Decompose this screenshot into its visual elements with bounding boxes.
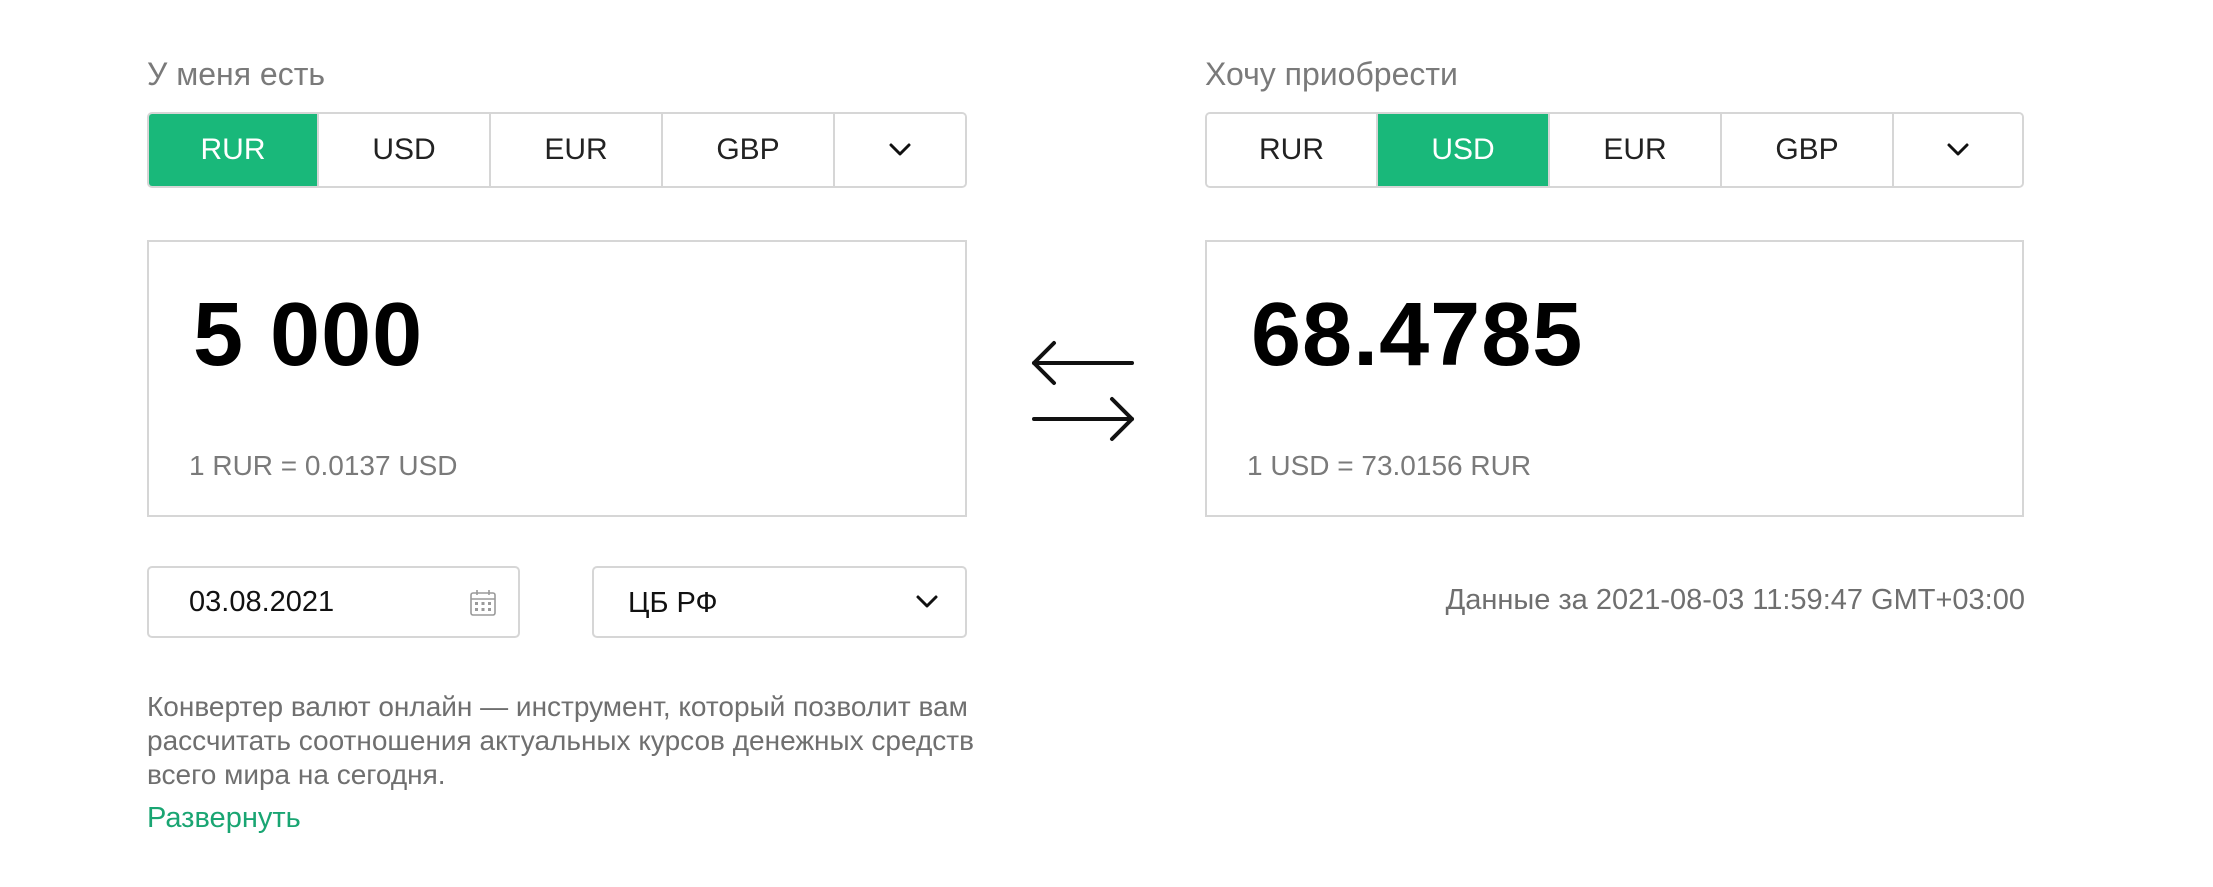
date-value[interactable]: 03.08.2021 [189, 588, 334, 617]
chevron-down-icon [916, 595, 938, 608]
want-currency-usd[interactable]: USD [1378, 114, 1550, 186]
want-amount-value[interactable]: 68.4785 [1251, 290, 1583, 380]
chevron-down-icon [1947, 143, 1969, 156]
want-currency-rur[interactable]: RUR [1207, 114, 1378, 186]
calendar-icon[interactable] [468, 588, 498, 618]
chevron-down-icon [889, 143, 911, 156]
have-currency-eur[interactable]: EUR [491, 114, 663, 186]
have-currency-gbp[interactable]: GBP [663, 114, 835, 186]
have-currency-usd[interactable]: USD [319, 114, 491, 186]
data-timestamp: Данные за 2021-08-03 11:59:47 GMT+03:00 [1445, 584, 2025, 616]
date-field[interactable]: 03.08.2021 [147, 566, 520, 638]
have-amount-box[interactable]: 5 000 1 RUR = 0.0137 USD [147, 240, 967, 517]
converter-description: Конвертер валют онлайн — инструмент, кот… [147, 691, 974, 790]
want-currency-gbp[interactable]: GBP [1722, 114, 1894, 186]
have-currency-more-button[interactable] [835, 114, 965, 186]
want-currency-eur[interactable]: EUR [1550, 114, 1722, 186]
have-panel-label: У меня есть [147, 56, 326, 92]
have-rate-text: 1 RUR = 0.0137 USD [189, 450, 458, 481]
rate-source-value: ЦБ РФ [628, 587, 718, 619]
have-currency-rur[interactable]: RUR [149, 114, 319, 186]
want-panel-label: Хочу приобрести [1205, 56, 1458, 92]
want-currency-more-button[interactable] [1894, 114, 2022, 186]
want-currency-selector: RUR USD EUR GBP [1205, 112, 2024, 188]
want-amount-box[interactable]: 68.4785 1 USD = 73.0156 RUR [1205, 240, 2024, 517]
have-currency-selector: RUR USD EUR GBP [147, 112, 967, 188]
have-amount-value[interactable]: 5 000 [193, 290, 423, 380]
rate-source-select[interactable]: ЦБ РФ [592, 566, 967, 638]
expand-link[interactable]: Развернуть [147, 804, 301, 833]
swap-arrows-icon[interactable] [1028, 334, 1138, 446]
want-rate-text: 1 USD = 73.0156 RUR [1247, 450, 1532, 481]
